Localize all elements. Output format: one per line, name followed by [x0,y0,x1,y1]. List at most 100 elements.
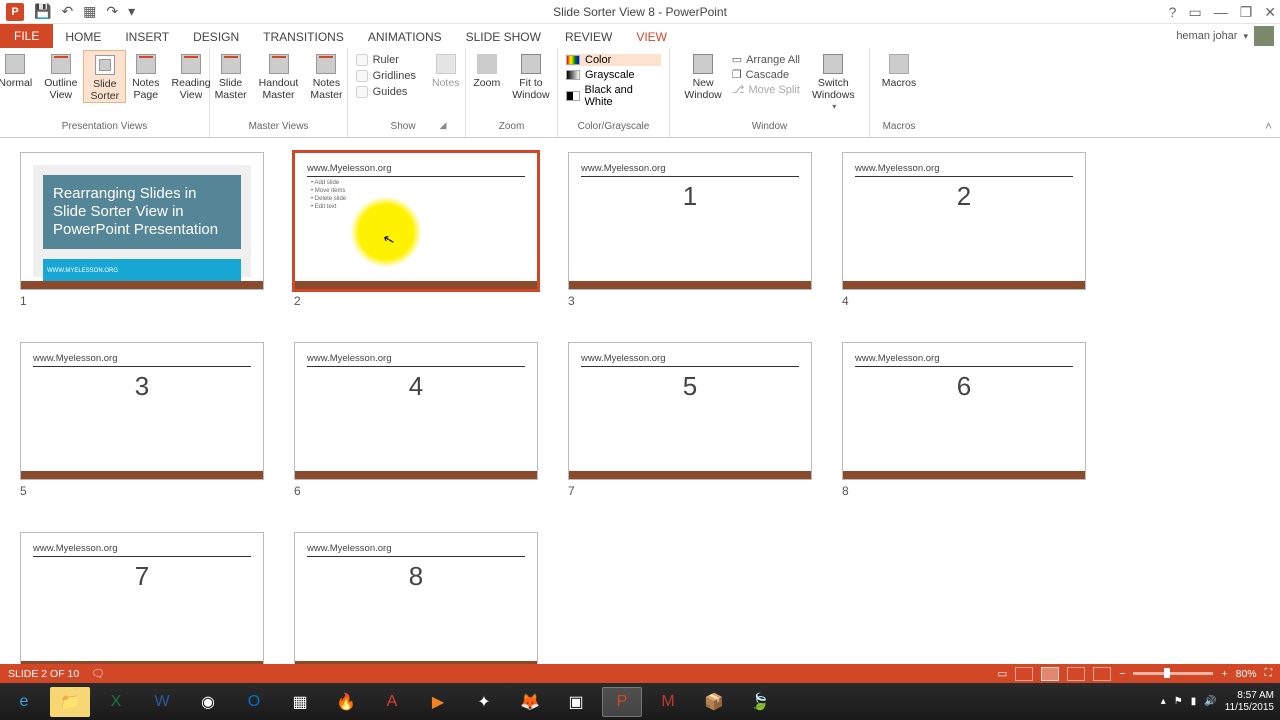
slide-number: 2 [294,294,538,308]
tab-file[interactable]: FILE [0,24,53,48]
taskbar-outlook-icon[interactable]: O [234,687,274,717]
title-bar: P 💾 ↶ ▦ ↷ ▾ Slide Sorter View 8 - PowerP… [0,0,1280,24]
zoom-in-button[interactable]: + [1221,668,1227,680]
slide-thumb[interactable]: www.Myelesson.org46 [294,342,538,498]
qat-undo-icon[interactable]: ↶ [61,3,73,20]
close-icon[interactable]: ✕ [1264,4,1276,21]
slide-thumb[interactable]: www.Myelesson.org24 [842,152,1086,308]
slide-thumb[interactable]: Rearranging Slides in Slide Sorter View … [20,152,264,308]
zoom-out-button[interactable]: − [1119,668,1125,680]
qat-redo-icon[interactable]: ↷ [106,3,118,20]
taskbar-app7-icon[interactable]: 🍃 [740,687,780,717]
notes-page-button[interactable]: Notes Page [126,50,165,101]
tab-animations[interactable]: ANIMATIONS [356,26,454,48]
taskbar-app1-icon[interactable]: ▦ [280,687,320,717]
fit-to-window-button[interactable]: Fit to Window [506,50,555,101]
collapse-ribbon-icon[interactable]: ˄ [1265,119,1272,133]
taskbar-app3-icon[interactable]: ✦ [464,687,504,717]
taskbar-chrome-icon[interactable]: ◉ [188,687,228,717]
restore-icon[interactable]: ❐ [1240,4,1253,21]
slide-number: 3 [568,294,812,308]
slide-thumb[interactable]: www.Myelesson.org • Add slide• Move item… [294,152,538,308]
slide-thumb[interactable]: www.Myelesson.org57 [568,342,812,498]
dialog-launcher-icon[interactable]: ◢ [440,120,447,130]
taskbar-media-icon[interactable]: ▶ [418,687,458,717]
black-white-button[interactable]: Black and White [566,84,661,108]
slide-thumb[interactable]: www.Myelesson.org810 [294,532,538,664]
slide-sorter-button[interactable]: Slide Sorter [83,50,126,103]
normal-view-button[interactable]: Normal [0,50,38,89]
ruler-checkbox[interactable]: Ruler [356,54,416,66]
taskbar-adobe-icon[interactable]: A [372,687,412,717]
gridlines-checkbox[interactable]: Gridlines [356,70,416,82]
macros-button[interactable]: Macros [876,50,922,89]
slide-number: 4 [842,294,1086,308]
user-account[interactable]: heman johar ▾ [1176,26,1274,46]
tab-view[interactable]: VIEW [624,26,679,48]
notes-status-button[interactable]: ▭ [997,668,1007,680]
sorter-view-status-button[interactable] [1041,667,1059,681]
slide-thumb[interactable]: www.Myelesson.org79 [20,532,264,664]
window-title: Slide Sorter View 8 - PowerPoint [0,5,1280,19]
notes-master-button[interactable]: Notes Master [304,50,348,101]
taskbar-app2-icon[interactable]: 🔥 [326,687,366,717]
group-color-grayscale: Color Grayscale Black and White Color/Gr… [558,48,670,137]
tray-caret-icon[interactable]: ▴ [1161,696,1166,707]
slide-number: 1 [20,294,264,308]
taskbar-firefox-icon[interactable]: 🦊 [510,687,550,717]
tab-design[interactable]: DESIGN [181,26,251,48]
fit-status-button[interactable]: ⛶ [1265,667,1272,680]
slide-sorter-pane[interactable]: Rearranging Slides in Slide Sorter View … [0,138,1280,664]
handout-master-button[interactable]: Handout Master [253,50,305,101]
avatar [1254,26,1274,46]
qat-customize-icon[interactable]: ▾ [128,3,135,20]
taskbar-explorer-icon[interactable]: 📁 [50,687,90,717]
zoom-level[interactable]: 80% [1236,668,1257,680]
outline-view-button[interactable]: Outline View [38,50,83,101]
slide-thumb[interactable]: www.Myelesson.org35 [20,342,264,498]
app-icon: P [6,3,24,21]
tab-home[interactable]: HOME [53,26,113,48]
zoom-slider[interactable] [1133,672,1213,675]
group-zoom: Zoom Fit to Window Zoom [466,48,558,137]
arrange-all-button[interactable]: ▭ Arrange All [730,52,802,67]
switch-windows-button[interactable]: Switch Windows▾ [806,50,861,113]
ribbon-options-icon[interactable]: ▭ [1188,4,1201,21]
reading-view-status-button[interactable] [1067,667,1085,681]
taskbar-word-icon[interactable]: W [142,687,182,717]
taskbar-powerpoint-icon[interactable]: P [602,687,642,717]
guides-checkbox[interactable]: Guides [356,86,416,98]
slide-thumb[interactable]: www.Myelesson.org13 [568,152,812,308]
new-window-button[interactable]: New Window [678,50,727,101]
group-label: Presentation Views [0,119,209,135]
tab-transitions[interactable]: TRANSITIONS [251,26,356,48]
qat-save-icon[interactable]: 💾 [34,3,51,20]
slide-master-button[interactable]: Slide Master [209,50,253,101]
zoom-button[interactable]: Zoom [467,50,506,89]
slide-number: 8 [842,484,1086,498]
taskbar-excel-icon[interactable]: X [96,687,136,717]
comments-icon[interactable]: 🗨 [91,667,104,680]
taskbar-ie-icon[interactable]: e [4,687,44,717]
tray-volume-icon[interactable]: 🔊 [1204,696,1216,707]
slide-number: 7 [568,484,812,498]
slideshow-status-button[interactable] [1093,667,1111,681]
cascade-button[interactable]: ❐ Cascade [730,67,802,82]
taskbar-app4-icon[interactable]: ▣ [556,687,596,717]
color-button[interactable]: Color [566,54,661,66]
normal-view-status-button[interactable] [1015,667,1033,681]
tab-review[interactable]: REVIEW [553,26,624,48]
group-label: Color/Grayscale [558,119,669,135]
grayscale-button[interactable]: Grayscale [566,69,661,81]
tray-action-icon[interactable]: ⚑ [1174,696,1183,707]
qat-start-icon[interactable]: ▦ [83,3,96,20]
slide-thumb[interactable]: www.Myelesson.org68 [842,342,1086,498]
taskbar-app6-icon[interactable]: 📦 [694,687,734,717]
tray-network-icon[interactable]: ▮ [1191,696,1197,707]
tab-insert[interactable]: INSERT [113,26,181,48]
tray-clock[interactable]: 8:57 AM 11/15/2015 [1225,690,1274,714]
tab-slideshow[interactable]: SLIDE SHOW [454,26,553,48]
taskbar-app5-icon[interactable]: M [648,687,688,717]
minimize-icon[interactable]: — [1214,4,1228,20]
help-icon[interactable]: ? [1169,4,1177,20]
